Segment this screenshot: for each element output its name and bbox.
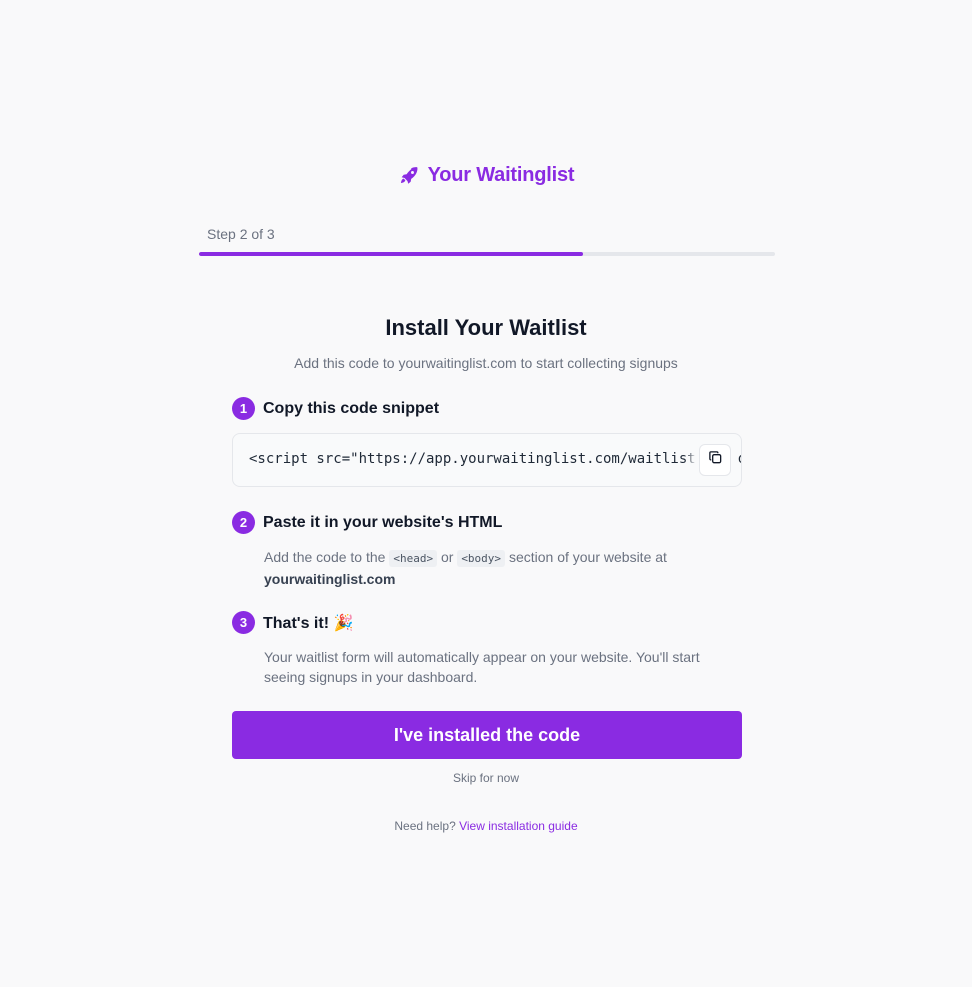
step-title: That's it! 🎉 — [263, 614, 354, 632]
copy-button[interactable] — [699, 444, 731, 476]
desc-text: Add the code to the — [264, 549, 386, 565]
progress-fill — [199, 252, 584, 256]
progress-indicator: Step 2 of 3 — [199, 225, 775, 256]
help-text: Need help? View installation guide — [0, 819, 972, 833]
brand-name: Your Waitinglist — [427, 164, 575, 186]
page-subtitle: Add this code to yourwaitinglist.com to … — [294, 355, 678, 371]
step-number-badge: 1 — [232, 397, 255, 420]
onboarding-page: Your Waitinglist Step 2 of 3 Install You… — [0, 0, 972, 987]
step-3: 3 That's it! 🎉 Your waitlist form will a… — [232, 611, 742, 687]
step-2: 2 Paste it in your website's HTML Add th… — [232, 511, 742, 589]
brand-header: Your Waitinglist — [0, 164, 972, 187]
page-title: Install Your Waitlist — [385, 315, 587, 340]
desc-text: or — [440, 549, 454, 565]
step-title: Copy this code snippet — [263, 399, 440, 417]
step-description: Add the code to the <head> or <body> sec… — [232, 547, 742, 589]
installed-code-button[interactable]: I've installed the code — [232, 711, 742, 759]
step-number-badge: 2 — [232, 511, 255, 534]
rocket-icon — [398, 165, 420, 187]
code-snippet-box[interactable]: <script src="https://app.yourwaitinglist… — [232, 433, 742, 487]
step-title: Paste it in your website's HTML — [263, 513, 503, 531]
code-snippet[interactable]: <script src="https://app.yourwaitinglist… — [249, 451, 741, 467]
body-tag-code: <body> — [457, 550, 506, 567]
copy-icon — [708, 450, 723, 470]
head-tag-code: <head> — [389, 550, 438, 567]
step-number-badge: 3 — [232, 611, 255, 634]
domain-text: yourwaitinglist.com — [264, 571, 396, 587]
step-counter: Step 2 of 3 — [207, 226, 275, 242]
installation-guide-link[interactable]: View installation guide — [459, 819, 578, 833]
help-prefix: Need help? — [394, 819, 456, 833]
step-description: Your waitlist form will automatically ap… — [264, 649, 700, 685]
desc-text: section of your website at — [508, 549, 667, 565]
step-1: 1 Copy this code snippet — [232, 397, 742, 420]
skip-link[interactable]: Skip for now — [0, 771, 972, 785]
progress-track — [199, 252, 775, 256]
